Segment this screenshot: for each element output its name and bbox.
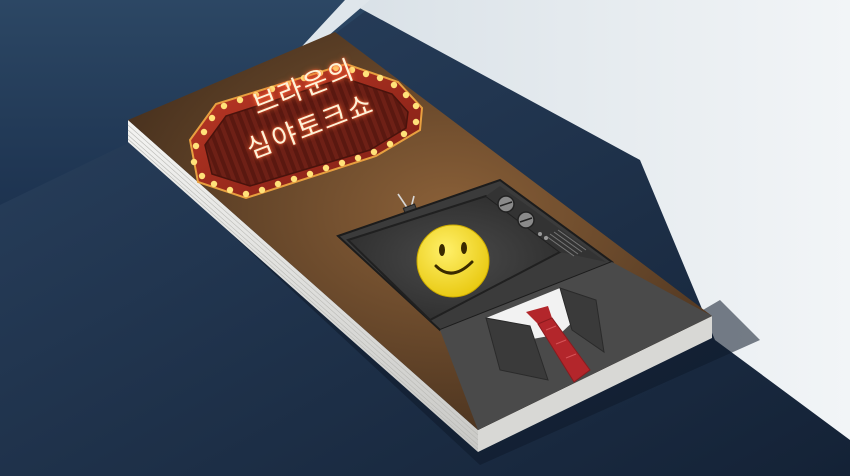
book-mockup-scene <box>0 0 850 476</box>
smiley-face-icon <box>416 224 490 298</box>
